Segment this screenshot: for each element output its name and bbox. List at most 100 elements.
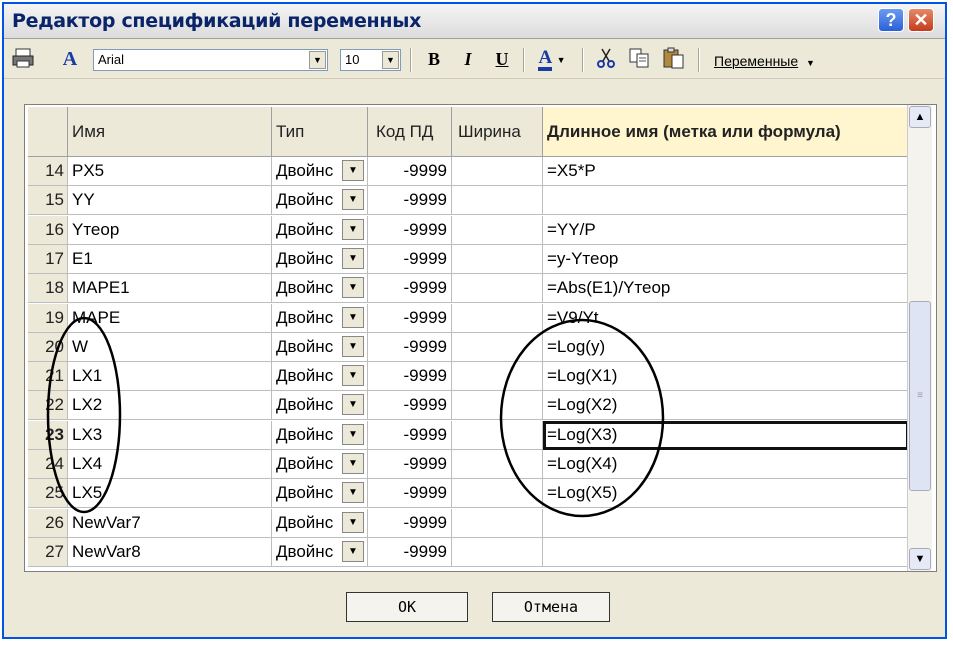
missing-code-cell[interactable]: -9999	[368, 274, 452, 304]
chevron-down-icon[interactable]: ▼	[342, 160, 364, 181]
width-cell[interactable]	[452, 362, 543, 392]
print-icon[interactable]	[10, 47, 36, 71]
width-cell[interactable]	[452, 215, 543, 245]
variable-type-cell[interactable]: Двойнс ▼	[272, 274, 368, 304]
variable-type-cell[interactable]: Двойнс ▼	[272, 479, 368, 509]
missing-code-cell[interactable]: -9999	[368, 303, 452, 333]
missing-code-cell[interactable]: -9999	[368, 420, 452, 450]
variable-name-cell[interactable]: YY	[68, 186, 272, 216]
chevron-down-icon[interactable]: ▼	[342, 189, 364, 211]
cancel-button[interactable]: Отмена	[492, 592, 610, 622]
width-cell[interactable]	[452, 274, 543, 304]
long-name-cell[interactable]: =Log(X4)	[543, 450, 909, 479]
long-name-cell[interactable]: =Log(X1)	[543, 362, 909, 392]
missing-code-cell[interactable]: -9999	[368, 479, 452, 509]
chevron-down-icon[interactable]: ▼	[342, 540, 364, 562]
variables-menu[interactable]: Переменные ▼	[714, 53, 815, 69]
variable-name-cell[interactable]: W	[68, 332, 272, 362]
variable-type-cell[interactable]: Двойнс ▼	[272, 332, 368, 362]
variable-type-cell[interactable]: Двойнс ▼	[272, 508, 368, 538]
variable-type-cell[interactable]: Двойнс ▼	[272, 215, 368, 245]
row-number[interactable]: 23	[28, 420, 68, 450]
row-number[interactable]: 18	[28, 274, 68, 304]
variable-name-cell[interactable]: NewVar7	[68, 508, 272, 538]
row-number[interactable]: 15	[28, 186, 68, 216]
column-header-name[interactable]: Имя	[68, 107, 272, 157]
long-name-cell[interactable]: =Log(X5)	[543, 479, 909, 509]
variable-name-cell[interactable]: NewVar8	[68, 537, 272, 567]
column-header-code[interactable]: Код ПД	[368, 107, 452, 157]
column-header-width[interactable]: Ширина	[452, 107, 543, 157]
copy-icon[interactable]	[626, 47, 652, 71]
row-number[interactable]: 17	[28, 244, 68, 274]
long-name-cell[interactable]: =Log(X3)	[543, 420, 909, 450]
variable-name-cell[interactable]: LX1	[68, 362, 272, 392]
long-name-cell[interactable]: =Abs(E1)/Yтеор	[543, 274, 909, 304]
width-cell[interactable]	[452, 391, 543, 421]
chevron-down-icon[interactable]: ▼	[342, 218, 364, 240]
width-cell[interactable]	[452, 244, 543, 274]
long-name-cell[interactable]	[543, 537, 909, 567]
width-cell[interactable]	[452, 157, 543, 186]
variable-type-cell[interactable]: Двойнс ▼	[272, 450, 368, 479]
column-header-long-name[interactable]: Длинное имя (метка или формула)	[543, 107, 909, 157]
width-cell[interactable]	[452, 186, 543, 216]
width-cell[interactable]	[452, 479, 543, 509]
vertical-scrollbar[interactable]: ▲ ≡ ▼	[907, 105, 932, 571]
long-name-cell[interactable]: =V9/Yt	[543, 303, 909, 333]
long-name-cell[interactable]: =Log(X2)	[543, 391, 909, 421]
variable-name-cell[interactable]: Yтеор	[68, 215, 272, 245]
row-number[interactable]: 14	[28, 157, 68, 186]
cut-icon[interactable]	[594, 47, 618, 71]
help-button[interactable]: ?	[878, 8, 904, 32]
missing-code-cell[interactable]: -9999	[368, 244, 452, 274]
long-name-cell[interactable]	[543, 508, 909, 538]
row-number[interactable]: 19	[28, 303, 68, 333]
row-number[interactable]: 20	[28, 332, 68, 362]
variable-type-cell[interactable]: Двойнс ▼	[272, 186, 368, 216]
chevron-down-icon[interactable]: ▼	[342, 482, 364, 504]
missing-code-cell[interactable]: -9999	[368, 186, 452, 216]
missing-code-cell[interactable]: -9999	[368, 362, 452, 392]
row-number[interactable]: 27	[28, 537, 68, 567]
variable-type-cell[interactable]: Двойнс ▼	[272, 391, 368, 421]
column-header-type[interactable]: Тип	[272, 107, 368, 157]
missing-code-cell[interactable]: -9999	[368, 215, 452, 245]
chevron-down-icon[interactable]: ▼	[342, 247, 364, 269]
missing-code-cell[interactable]: -9999	[368, 332, 452, 362]
row-number[interactable]: 22	[28, 391, 68, 421]
chevron-down-icon[interactable]: ▼	[342, 453, 364, 474]
ok-button[interactable]: OK	[346, 592, 468, 622]
variable-name-cell[interactable]: LX4	[68, 450, 272, 479]
variable-name-cell[interactable]: MAPE1	[68, 274, 272, 304]
bold-icon[interactable]: B	[422, 47, 446, 71]
row-number[interactable]: 25	[28, 479, 68, 509]
long-name-cell[interactable]: =Log(y)	[543, 332, 909, 362]
variable-type-cell[interactable]: Двойнс ▼	[272, 157, 368, 186]
variable-name-cell[interactable]: MAPE	[68, 303, 272, 333]
variable-type-cell[interactable]: Двойнс ▼	[272, 420, 368, 450]
italic-icon[interactable]: I	[456, 47, 480, 71]
variable-type-cell[interactable]: Двойнс ▼	[272, 303, 368, 333]
chevron-down-icon[interactable]: ▼	[342, 277, 364, 299]
paste-icon[interactable]	[660, 47, 688, 71]
close-button[interactable]: ✕	[908, 8, 934, 32]
width-cell[interactable]	[452, 420, 543, 450]
underline-icon[interactable]: U	[490, 47, 514, 71]
row-number[interactable]: 21	[28, 362, 68, 392]
width-cell[interactable]	[452, 508, 543, 538]
row-number[interactable]: 26	[28, 508, 68, 538]
variable-type-cell[interactable]: Двойнс ▼	[272, 537, 368, 567]
font-size-select[interactable]: 10 ▼	[340, 49, 401, 71]
font-name-select[interactable]: Arial ▼	[93, 49, 328, 71]
long-name-cell[interactable]: =YY/P	[543, 215, 909, 245]
row-number[interactable]: 24	[28, 450, 68, 479]
variable-name-cell[interactable]: PX5	[68, 157, 272, 186]
long-name-cell[interactable]: =y-Yтеор	[543, 244, 909, 274]
chevron-down-icon[interactable]: ▼	[342, 511, 364, 533]
chevron-down-icon[interactable]: ▼	[342, 365, 364, 387]
variable-name-cell[interactable]: E1	[68, 244, 272, 274]
font-icon[interactable]: A	[58, 47, 82, 71]
width-cell[interactable]	[452, 537, 543, 567]
missing-code-cell[interactable]: -9999	[368, 450, 452, 479]
